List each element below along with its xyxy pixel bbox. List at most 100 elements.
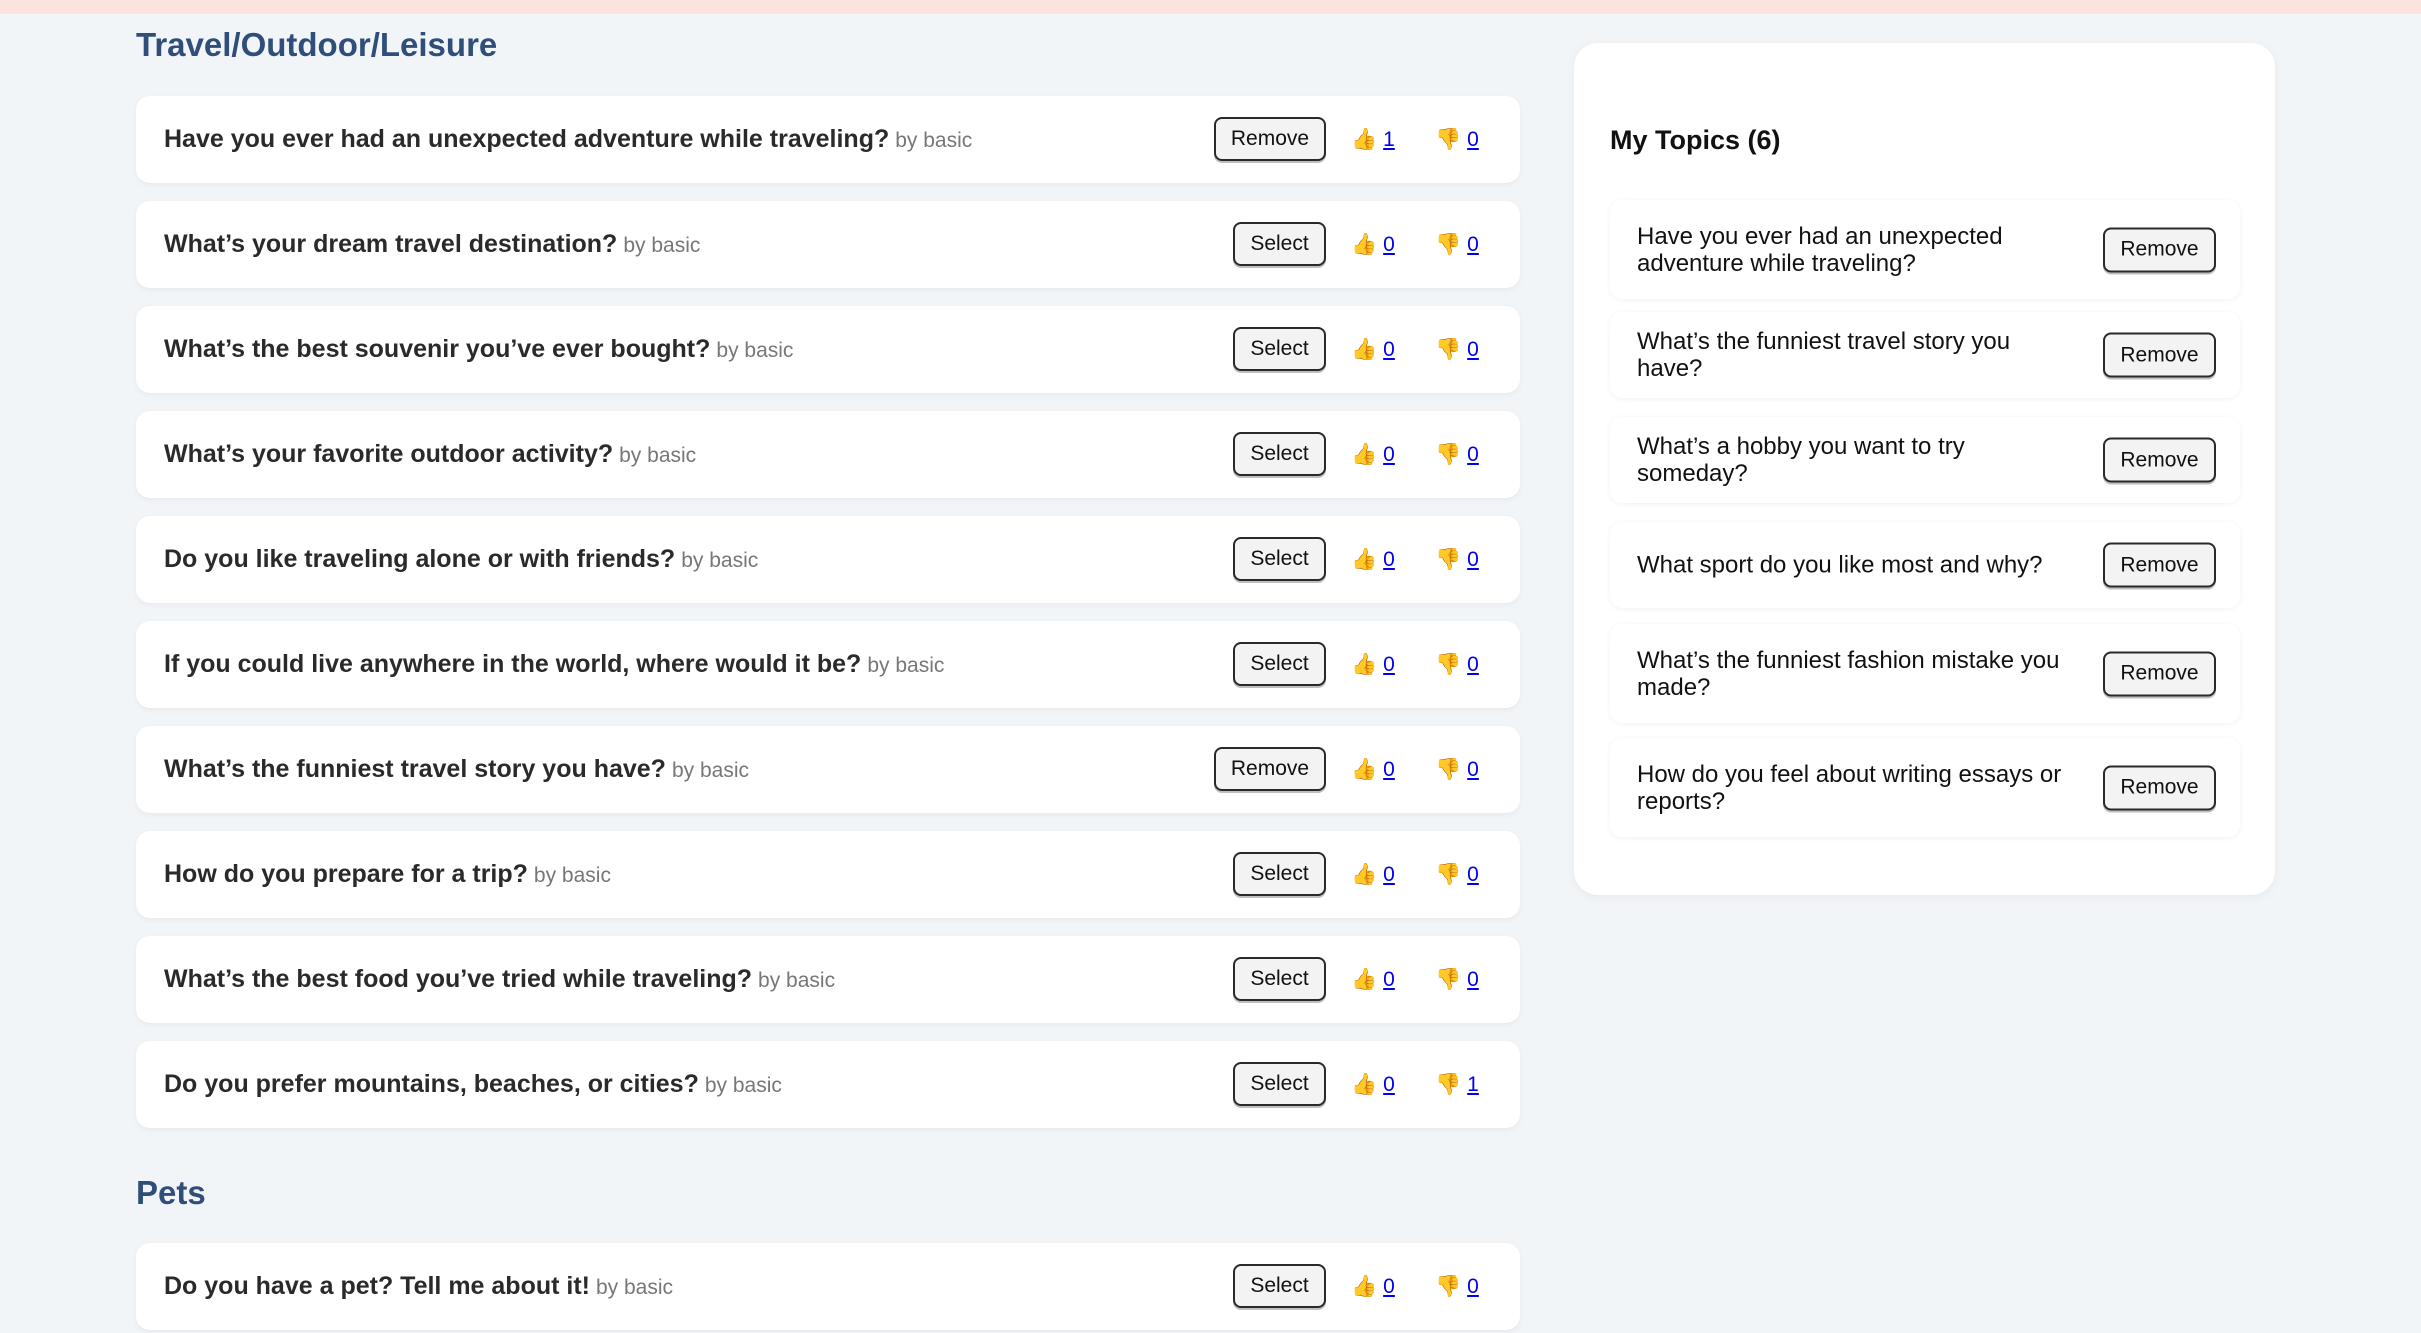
topic-author: by basic (681, 549, 759, 572)
remove-my-topic-button[interactable]: Remove (2103, 437, 2216, 483)
remove-my-topic-button[interactable]: Remove (2103, 542, 2216, 588)
upvote-link[interactable]: 👍 0 (1351, 936, 1395, 1023)
downvote-count: 0 (1467, 968, 1479, 991)
topic-text: Have you ever had an unexpected adventur… (164, 96, 972, 186)
topic-text: Do you prefer mountains, beaches, or cit… (164, 1041, 782, 1131)
my-topic-label: What’s the funniest fashion mistake you … (1637, 646, 2060, 701)
topic-title: What’s the funniest travel story you hav… (164, 755, 666, 783)
my-topic-label: How do you feel about writing essays or … (1637, 760, 2062, 815)
topic-text: What’s the funniest travel story you hav… (164, 726, 749, 816)
thumbs-down-icon: 👎 (1435, 1073, 1462, 1096)
remove-topic-button[interactable]: Remove (1214, 117, 1326, 161)
topic-text: How do you prepare for a trip? by basic (164, 831, 611, 921)
downvote-count: 0 (1467, 338, 1479, 361)
remove-my-topic-button[interactable]: Remove (2103, 765, 2216, 810)
thumbs-up-icon: 👍 (1351, 338, 1378, 361)
upvote-count: 1 (1383, 128, 1395, 151)
topic-card: What’s your dream travel destination? by … (136, 201, 1520, 288)
upvote-count: 0 (1383, 968, 1395, 991)
upvote-link[interactable]: 👍 1 (1351, 96, 1395, 183)
thumbs-up-icon: 👍 (1351, 1275, 1378, 1298)
select-topic-button[interactable]: Select (1233, 432, 1326, 476)
thumbs-down-icon: 👎 (1435, 128, 1462, 151)
upvote-count: 0 (1383, 1275, 1395, 1298)
select-topic-button[interactable]: Select (1233, 222, 1326, 266)
topic-title: How do you prepare for a trip? (164, 860, 528, 888)
topic-title: What’s the best food you’ve tried while … (164, 965, 753, 993)
my-topic-item: What’s the funniest travel story you hav… (1610, 312, 2240, 398)
downvote-count: 1 (1467, 1073, 1479, 1096)
downvote-link[interactable]: 👎 0 (1435, 306, 1479, 393)
topic-card: How do you prepare for a trip? by basic S… (136, 831, 1520, 918)
upvote-count: 0 (1383, 863, 1395, 886)
select-topic-button[interactable]: Select (1233, 537, 1326, 581)
thumbs-up-icon: 👍 (1351, 128, 1378, 151)
select-topic-button[interactable]: Select (1233, 642, 1326, 686)
topic-card: What’s the best souvenir you’ve ever bou… (136, 306, 1520, 393)
upvote-link[interactable]: 👍 0 (1351, 1243, 1395, 1330)
downvote-link[interactable]: 👎 0 (1435, 726, 1479, 813)
thumbs-down-icon: 👎 (1435, 548, 1462, 571)
topic-card: Do you like traveling alone or with frie… (136, 516, 1520, 603)
downvote-link[interactable]: 👎 0 (1435, 621, 1479, 708)
topic-title: Do you prefer mountains, beaches, or cit… (164, 1070, 699, 1098)
upvote-link[interactable]: 👍 0 (1351, 201, 1395, 288)
thumbs-down-icon: 👎 (1435, 233, 1462, 256)
select-topic-button[interactable]: Select (1233, 1264, 1326, 1308)
upvote-link[interactable]: 👍 0 (1351, 726, 1395, 813)
select-topic-button[interactable]: Select (1233, 327, 1326, 371)
upvote-link[interactable]: 👍 0 (1351, 1041, 1395, 1128)
topic-author: by basic (758, 969, 836, 992)
topic-author: by basic (716, 339, 794, 362)
topic-text: If you could live anywhere in the world,… (164, 621, 944, 711)
upvote-link[interactable]: 👍 0 (1351, 831, 1395, 918)
topic-author: by basic (619, 444, 697, 467)
topic-text: What’s your dream travel destination? by … (164, 201, 700, 291)
my-topic-label: What sport do you like most and why? (1637, 551, 2043, 579)
downvote-count: 0 (1467, 758, 1479, 781)
my-topic-item: What’s the funniest fashion mistake you … (1610, 624, 2240, 723)
thumbs-down-icon: 👎 (1435, 338, 1462, 361)
downvote-link[interactable]: 👎 0 (1435, 96, 1479, 183)
thumbs-up-icon: 👍 (1351, 548, 1378, 571)
select-topic-button[interactable]: Select (1233, 852, 1326, 896)
thumbs-down-icon: 👎 (1435, 1275, 1462, 1298)
downvote-link[interactable]: 👎 0 (1435, 1243, 1479, 1330)
upvote-link[interactable]: 👍 0 (1351, 516, 1395, 603)
upvote-link[interactable]: 👍 0 (1351, 306, 1395, 393)
my-topic-label: What’s a hobby you want to try someday? (1637, 433, 1965, 487)
remove-topic-button[interactable]: Remove (1214, 747, 1326, 791)
topic-title: Do you like traveling alone or with frie… (164, 545, 676, 573)
downvote-link[interactable]: 👎 0 (1435, 831, 1479, 918)
downvote-link[interactable]: 👎 0 (1435, 201, 1479, 288)
downvote-link[interactable]: 👎 0 (1435, 411, 1479, 498)
remove-my-topic-button[interactable]: Remove (2103, 332, 2216, 378)
remove-my-topic-button[interactable]: Remove (2103, 651, 2216, 696)
thumbs-up-icon: 👍 (1351, 653, 1378, 676)
remove-my-topic-button[interactable]: Remove (2103, 227, 2216, 272)
topic-author: by basic (867, 654, 945, 677)
upvote-count: 0 (1383, 548, 1395, 571)
upvote-count: 0 (1383, 758, 1395, 781)
select-topic-button[interactable]: Select (1233, 1062, 1326, 1106)
section-heading-pets: Pets (136, 1174, 206, 1211)
my-topics-title: My Topics (6) (1610, 125, 1781, 155)
topic-card: Do you have a pet? Tell me about it! by b… (136, 1243, 1520, 1330)
my-topics-panel: My Topics (6) Have you ever had an unexp… (1574, 43, 2275, 895)
downvote-count: 0 (1467, 548, 1479, 571)
topic-author: by basic (623, 234, 701, 257)
upvote-count: 0 (1383, 1073, 1395, 1096)
downvote-count: 0 (1467, 443, 1479, 466)
topic-card: Have you ever had an unexpected adventur… (136, 96, 1520, 183)
select-topic-button[interactable]: Select (1233, 957, 1326, 1001)
topic-author: by basic (704, 1074, 782, 1097)
topic-author: by basic (895, 129, 973, 152)
downvote-link[interactable]: 👎 0 (1435, 936, 1479, 1023)
downvote-link[interactable]: 👎 1 (1435, 1041, 1479, 1128)
my-topic-item: What’s a hobby you want to try someday? … (1610, 417, 2240, 503)
thumbs-up-icon: 👍 (1351, 968, 1378, 991)
upvote-link[interactable]: 👍 0 (1351, 621, 1395, 708)
thumbs-down-icon: 👎 (1435, 863, 1462, 886)
upvote-link[interactable]: 👍 0 (1351, 411, 1395, 498)
downvote-link[interactable]: 👎 0 (1435, 516, 1479, 603)
